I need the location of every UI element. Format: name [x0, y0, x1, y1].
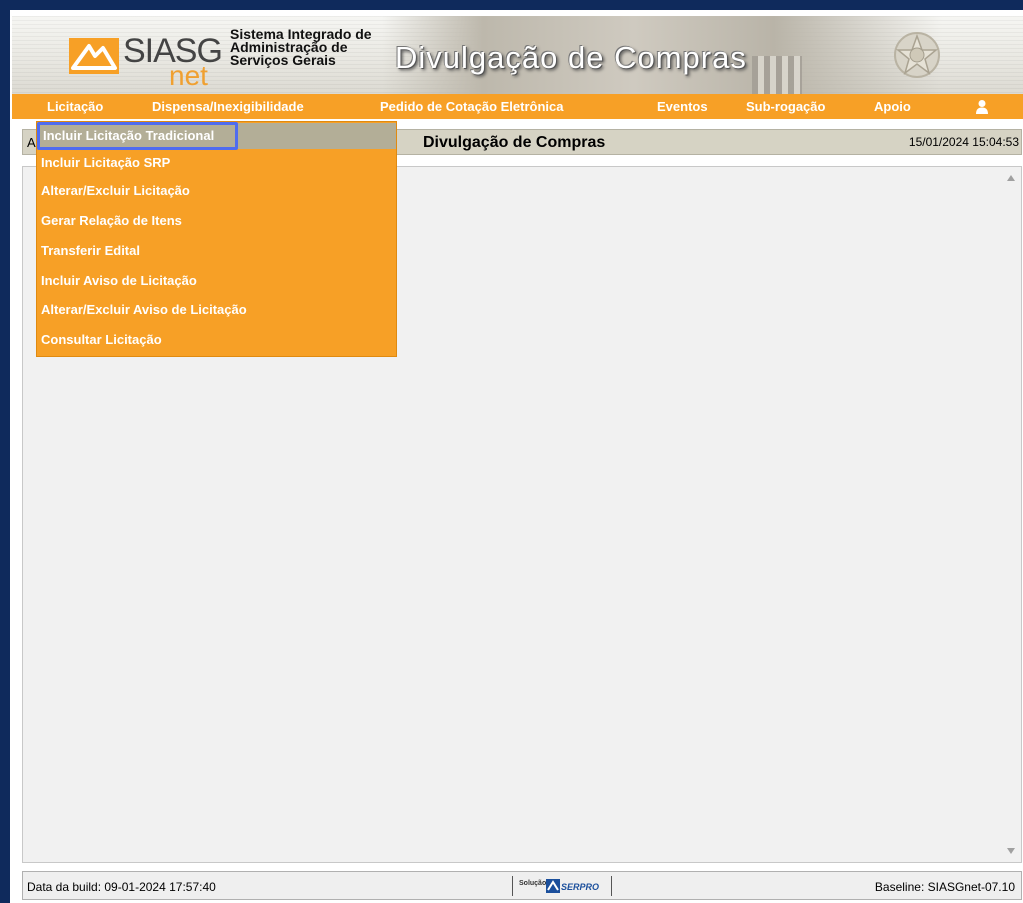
header-banner: SIASG net Sistema Integrado de Administr…	[12, 16, 1023, 94]
current-datetime: 15/01/2024 15:04:53	[908, 135, 1019, 149]
scroll-up-arrow-icon[interactable]	[1007, 175, 1015, 181]
siasg-logo: SIASG net	[69, 26, 223, 91]
banner-title: Divulgação de Compras	[395, 40, 747, 75]
solution-label: Solução	[519, 880, 547, 887]
menu-option-incluir-licitacao-tradicional[interactable]: Incluir Licitação Tradicional	[37, 122, 396, 150]
menu-option-alterar-excluir-aviso-licitacao[interactable]: Alterar/Excluir Aviso de Licitação	[37, 297, 396, 323]
main-menubar: Licitação Dispensa/Inexigibilidade Pedid…	[12, 94, 1023, 119]
serpro-brand: SERPRO	[561, 882, 600, 892]
menu-option-incluir-licitacao-srp[interactable]: Incluir Licitação SRP	[37, 150, 396, 176]
logo-mark-icon	[69, 38, 119, 74]
logo-net-text: net	[169, 60, 208, 91]
menu-licitacao[interactable]: Licitação	[47, 94, 103, 119]
menu-pedido-cotacao-eletronica[interactable]: Pedido de Cotação Eletrônica	[380, 94, 564, 119]
brazil-coat-of-arms-icon	[894, 32, 940, 78]
baseline-version: Baseline: SIASGnet-07.10	[874, 880, 1015, 894]
banner-columns	[752, 56, 802, 94]
serpro-mark-icon	[546, 879, 560, 893]
licitacao-dropdown-menu: Incluir Licitação Tradicional Incluir Li…	[36, 121, 397, 357]
serpro-logo: Solução SERPRO	[512, 876, 612, 896]
scroll-down-arrow-icon[interactable]	[1007, 848, 1015, 854]
menu-option-transferir-edital[interactable]: Transferir Edital	[37, 238, 396, 264]
user-icon[interactable]	[975, 99, 989, 114]
page-title: Divulgação de Compras	[423, 134, 606, 151]
menu-option-incluir-aviso-licitacao[interactable]: Incluir Aviso de Licitação	[37, 268, 396, 294]
system-name: Sistema Integrado de Administração de Se…	[230, 27, 372, 68]
menu-eventos[interactable]: Eventos	[657, 94, 708, 119]
system-name-line: Serviços Gerais	[230, 52, 336, 68]
menu-option-consultar-licitacao[interactable]: Consultar Licitação	[37, 327, 396, 353]
build-date: Data da build: 09-01-2024 17:57:40	[27, 880, 216, 894]
menu-dispensa-inexigibilidade[interactable]: Dispensa/Inexigibilidade	[152, 94, 304, 119]
menu-option-alterar-excluir-licitacao[interactable]: Alterar/Excluir Licitação	[37, 178, 396, 204]
menu-sub-rogacao[interactable]: Sub-rogação	[746, 94, 825, 119]
footer-bar: Data da build: 09-01-2024 17:57:40 Soluç…	[22, 871, 1022, 900]
breadcrumb: A	[27, 135, 36, 150]
menu-option-gerar-relacao-itens[interactable]: Gerar Relação de Itens	[37, 208, 396, 234]
menu-apoio[interactable]: Apoio	[874, 94, 911, 119]
